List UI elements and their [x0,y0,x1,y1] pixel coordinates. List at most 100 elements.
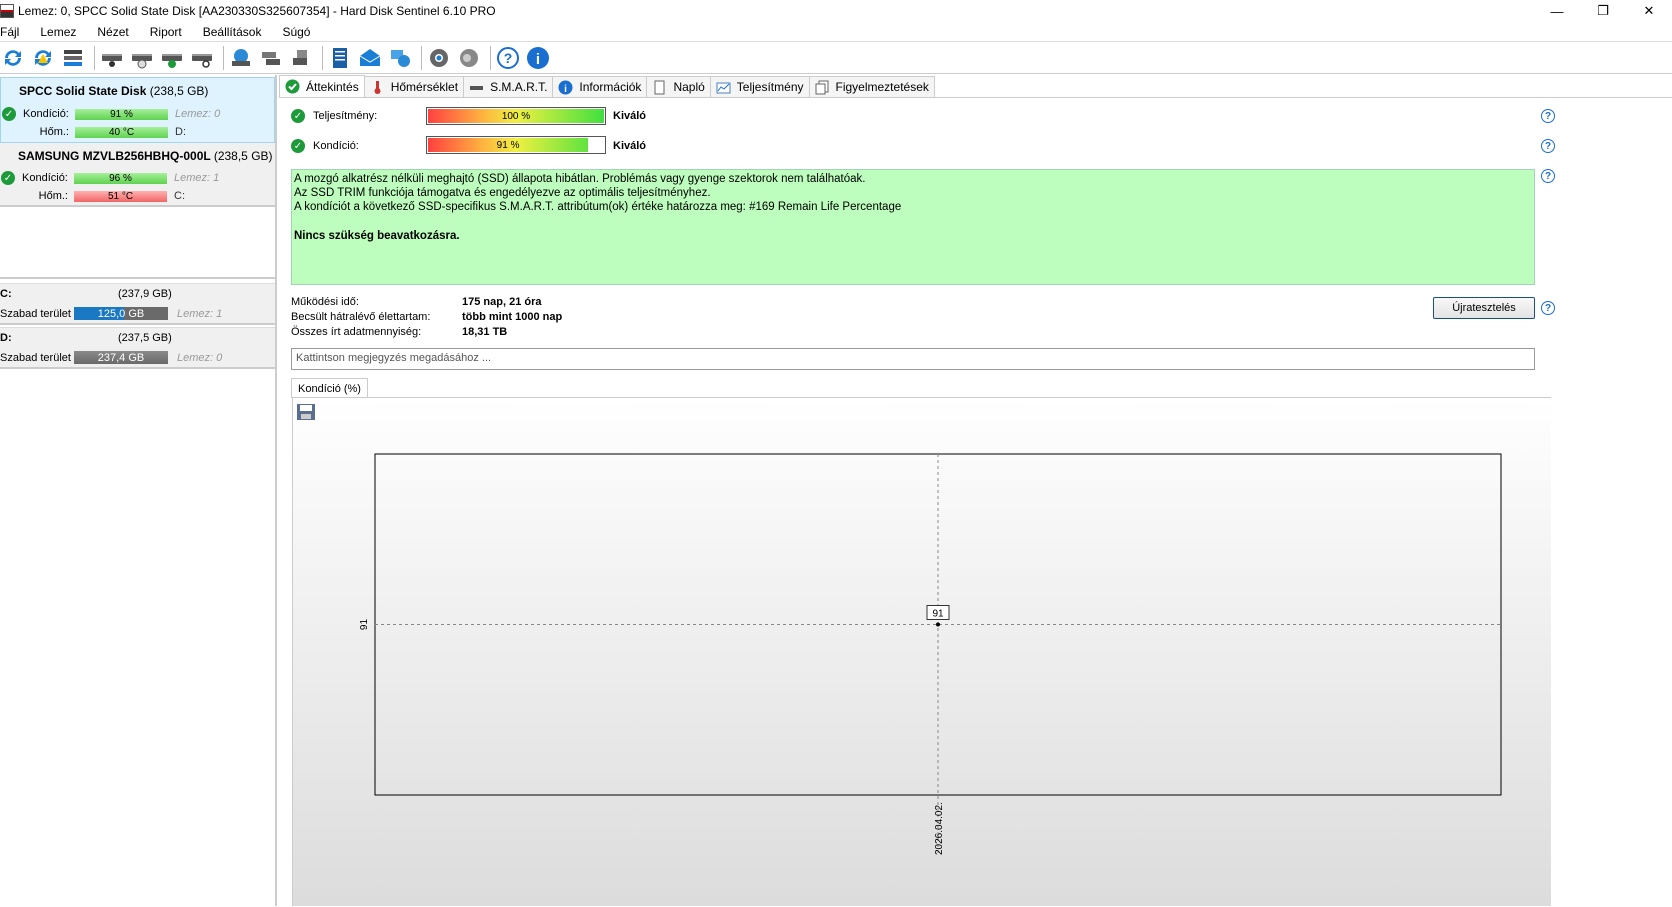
disk-search-icon[interactable] [189,45,215,71]
tab-performance[interactable]: Teljesítmény [709,76,810,97]
tab-label: Teljesítmény [736,80,804,94]
thermometer-icon [370,80,385,95]
help-icon[interactable]: ? [1541,169,1555,183]
health-result: Kiváló [613,140,647,152]
minimize-button[interactable]: — [1534,0,1580,22]
health-bar-fill: 91 % [428,138,589,152]
y-tick-label: 91 [359,619,370,631]
help-icon[interactable]: ? [1541,139,1555,153]
disk-clock-icon[interactable] [129,45,155,71]
svg-text:i: i [565,84,568,95]
volume-name: D: [0,332,12,344]
tab-smart[interactable]: S.M.A.R.T. [463,76,554,97]
volume-item-c[interactable]: C: (237,9 GB) Szabad terület 125,0 GB Le… [0,283,275,325]
network-disk-icon[interactable] [258,45,284,71]
menu-file[interactable]: Fájl [0,25,19,39]
maximize-button[interactable]: ❐ [1580,0,1626,22]
check-icon: ✓ [291,139,305,153]
menu-settings[interactable]: Beállítások [203,25,262,39]
menu-help[interactable]: Súgó [282,25,310,39]
volume-name: C: [0,288,12,300]
status-action: Nincs szükség beavatkozásra. [294,229,460,242]
disk-check-icon[interactable] [159,45,185,71]
health-bar: 91 % [75,108,168,120]
temp-label: Hőm.: [39,126,69,138]
tab-temperature[interactable]: Hőmérséklet [363,76,465,97]
stat-label: Összes írt adatmennyiség: [291,326,422,338]
tab-overview[interactable]: Áttekintés [279,75,365,97]
status-line: A mozgó alkatrész nélküli meghajtó (SSD)… [294,173,866,185]
health-row: ✓ Kondíció: [291,137,425,155]
disk-item-1[interactable]: SAMSUNG MZVLB256HBHQ-000L (238,5 GB) ✓ K… [0,143,275,207]
stat-value: 18,31 TB [462,326,508,338]
note-input[interactable]: Kattintson megjegyzés megadásához ... [291,348,1535,370]
report-icon[interactable] [327,45,353,71]
disk-size: (238,5 GB) [149,84,209,98]
menu-view[interactable]: Nézet [97,25,128,39]
help-icon[interactable]: ? [495,45,521,71]
refresh-warning-icon[interactable] [30,45,56,71]
tab-label: Információk [579,80,642,94]
status-line: Az SSD TRIM funkciója támogatva és enged… [294,187,711,200]
x-tick-label: 2026.04.02. [934,802,945,855]
tab-alerts[interactable]: Figyelmeztetések [808,76,935,97]
health-label: Kondíció: [313,140,359,152]
disk-panel: SPCC Solid State Disk (238,5 GB) ✓ Kondí… [0,75,277,906]
performance-label: Teljesítmény: [313,110,378,122]
volume-size: (237,5 GB) [118,332,172,344]
disk-size: (238,5 GB) [213,149,273,163]
performance-row: ✓ Teljesítmény: [291,107,425,125]
status-line: A kondíciót a következő SSD-specifikus S… [294,201,902,214]
data-point [936,622,940,627]
overview-panel: ✓ Teljesítmény: 100 % Kiváló ? ✓ Kondíci… [279,98,1672,906]
usb-disk-icon[interactable] [288,45,314,71]
svg-text:?: ? [504,50,513,66]
settings-icon[interactable] [426,45,452,71]
disk-icon[interactable] [99,45,125,71]
close-button[interactable]: ✕ [1626,0,1672,22]
toolbar: ? i [0,42,1672,74]
menu-bar: Fájl Lemez Nézet Riport Beállítások Súgó [0,22,1672,42]
menu-report[interactable]: Riport [150,25,182,39]
disk-icon [469,80,484,95]
tab-log[interactable]: Napló [646,76,711,97]
health-bar: 91 % [426,136,606,154]
temp-bar: 51 °C [74,190,167,202]
help-icon[interactable]: ? [1541,301,1555,315]
disk-item-0[interactable]: SPCC Solid State Disk (238,5 GB) ✓ Kondí… [0,77,275,143]
drive-letter: D: [175,126,186,138]
refresh-icon[interactable] [0,45,26,71]
disk-list-icon[interactable] [60,45,86,71]
chart-icon [716,80,731,95]
documents-icon [815,80,830,95]
health-bar: 96 % [74,172,167,184]
disk-name: SPCC Solid State Disk [19,84,147,98]
temp-bar: 40 °C [75,126,168,138]
check-icon: ✓ [2,107,16,121]
sound-icon[interactable] [456,45,482,71]
tab-information[interactable]: i Információk [552,76,648,97]
tab-label: Napló [673,80,705,94]
info-icon[interactable]: i [525,45,551,71]
info-icon: i [558,80,573,95]
free-space-label: Szabad terület [0,352,71,364]
volume-size: (237,9 GB) [118,288,172,300]
svg-text:i: i [536,51,540,68]
disk-index: Lemez: 1 [174,172,220,184]
help-icon[interactable]: ? [1541,109,1555,123]
tab-bar: Áttekintés Hőmérséklet S.M.A.R.T. i Infor… [279,75,1672,98]
email-icon[interactable] [357,45,383,71]
disk-name: SAMSUNG MZVLB256HBHQ-000L [18,149,211,163]
volume-item-d[interactable]: D: (237,5 GB) Szabad terület 237,4 GB Le… [0,327,275,369]
disk-index: Lemez: 0 [175,108,221,120]
globe-disk-icon[interactable] [228,45,254,71]
volume-disk: Lemez: 1 [177,308,223,320]
stat-label: Működési idő: [291,296,359,308]
window-title: Lemez: 0, SPCC Solid State Disk [AA23033… [18,4,496,18]
menu-disk[interactable]: Lemez [40,25,76,39]
chart-area: 91 2026.04.02. 91 [292,397,1551,906]
free-space-bar: 237,4 GB [74,351,168,364]
network-icon[interactable] [387,45,413,71]
chart-tab[interactable]: Kondíció (%) [291,378,368,398]
retest-button[interactable]: Újratesztelés [1433,297,1535,319]
